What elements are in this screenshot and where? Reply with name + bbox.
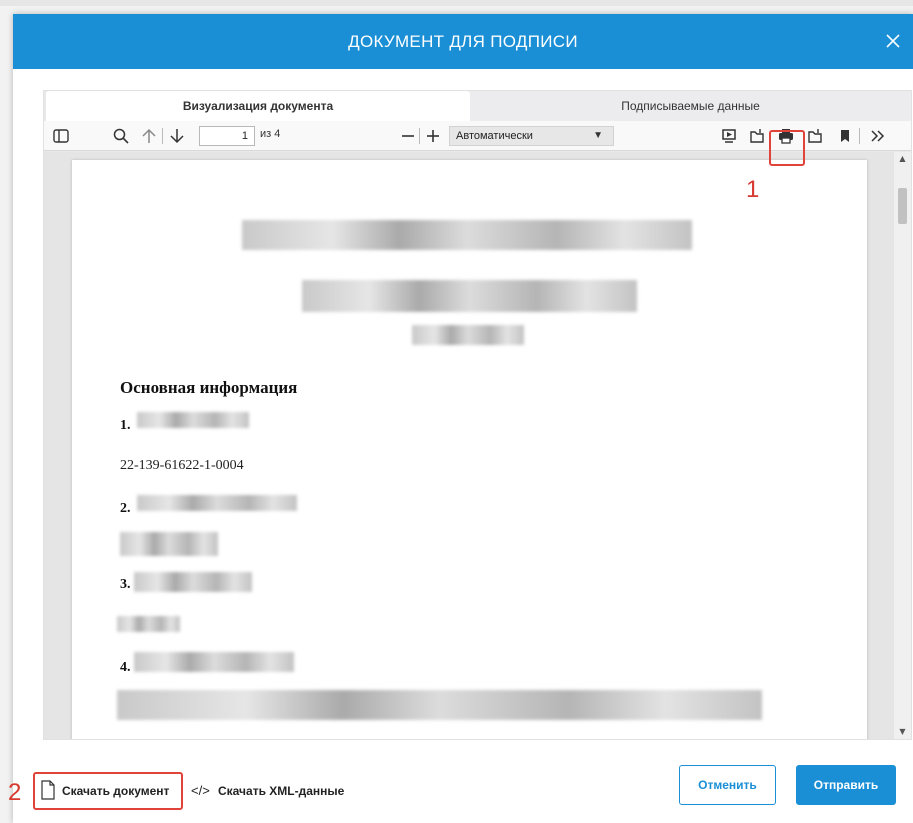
- redacted-value: [120, 532, 218, 556]
- more-tools-icon[interactable]: [868, 127, 886, 145]
- registry-number: 22-139-61622-1-0004: [120, 458, 244, 473]
- toolbar-separator: [859, 128, 860, 144]
- redacted-title: [242, 220, 692, 250]
- annotation-1: 1: [746, 176, 760, 203]
- document-icon: [41, 780, 55, 800]
- toolbar-separator: [419, 128, 420, 144]
- redacted-value: [117, 616, 180, 632]
- redacted-field: [137, 495, 297, 511]
- search-icon[interactable]: [112, 127, 130, 145]
- scrollbar-thumb[interactable]: [898, 188, 907, 224]
- bookmark-icon[interactable]: [836, 127, 854, 145]
- item-number: 4.: [120, 660, 131, 675]
- cancel-button[interactable]: Отменить: [679, 765, 776, 805]
- scroll-down-icon[interactable]: ▼: [894, 725, 911, 739]
- redacted-subtitle: [302, 280, 637, 312]
- document-viewer: Визуализация документа Подписываемые дан…: [43, 90, 912, 740]
- print-highlight-box: [769, 130, 805, 166]
- sidebar-toggle-icon[interactable]: [52, 127, 70, 145]
- zoom-out-icon[interactable]: [399, 127, 417, 145]
- item-number: 2.: [120, 501, 131, 516]
- close-icon[interactable]: [883, 31, 903, 51]
- download-document-link[interactable]: Скачать документ: [62, 784, 169, 798]
- redacted-line: [412, 325, 524, 345]
- arrow-down-icon[interactable]: [168, 127, 186, 145]
- send-button[interactable]: Отправить: [796, 765, 896, 805]
- download-icon[interactable]: [806, 127, 824, 145]
- zoom-in-icon[interactable]: [424, 127, 442, 145]
- modal-header: ДОКУМЕНТ ДЛЯ ПОДПИСИ: [13, 14, 913, 69]
- annotation-2: 2: [8, 779, 22, 806]
- scroll-up-icon[interactable]: ▲: [894, 152, 911, 166]
- document-heading: Основная информация: [120, 378, 298, 397]
- arrow-up-icon[interactable]: [140, 127, 158, 145]
- open-file-icon[interactable]: [748, 127, 766, 145]
- redacted-value: [117, 690, 762, 720]
- document-canvas[interactable]: Основная информация 1. 22-139-61622-1-00…: [44, 152, 911, 739]
- tab-signed-data[interactable]: Подписываемые данные: [470, 91, 911, 121]
- page-number-input[interactable]: 1: [199, 126, 255, 146]
- item-number: 1.: [120, 418, 131, 433]
- viewer-tabs: Визуализация документа Подписываемые дан…: [44, 91, 911, 121]
- tab-document-visualization[interactable]: Визуализация документа: [46, 91, 470, 121]
- toolbar-separator: [162, 128, 163, 144]
- page-count: из 4: [260, 128, 281, 140]
- redacted-field: [134, 572, 252, 592]
- vertical-scrollbar[interactable]: ▲ ▼: [894, 152, 911, 739]
- modal-title: ДОКУМЕНТ ДЛЯ ПОДПИСИ: [348, 32, 578, 51]
- item-number: 3.: [120, 577, 131, 592]
- redacted-field: [134, 652, 294, 672]
- download-xml-link[interactable]: Скачать XML-данные: [218, 784, 344, 798]
- zoom-select[interactable]: Автоматически ▼: [449, 126, 614, 146]
- background-topbar: [0, 0, 913, 6]
- sign-document-modal: ДОКУМЕНТ ДЛЯ ПОДПИСИ Визуализация докуме…: [13, 14, 913, 823]
- zoom-select-value: Автоматически: [456, 130, 533, 142]
- pdf-page: Основная информация 1. 22-139-61622-1-00…: [72, 160, 867, 739]
- presentation-mode-icon[interactable]: [720, 127, 738, 145]
- chevron-down-icon: ▼: [593, 130, 603, 141]
- code-icon: </>: [191, 783, 210, 798]
- redacted-field: [137, 412, 249, 428]
